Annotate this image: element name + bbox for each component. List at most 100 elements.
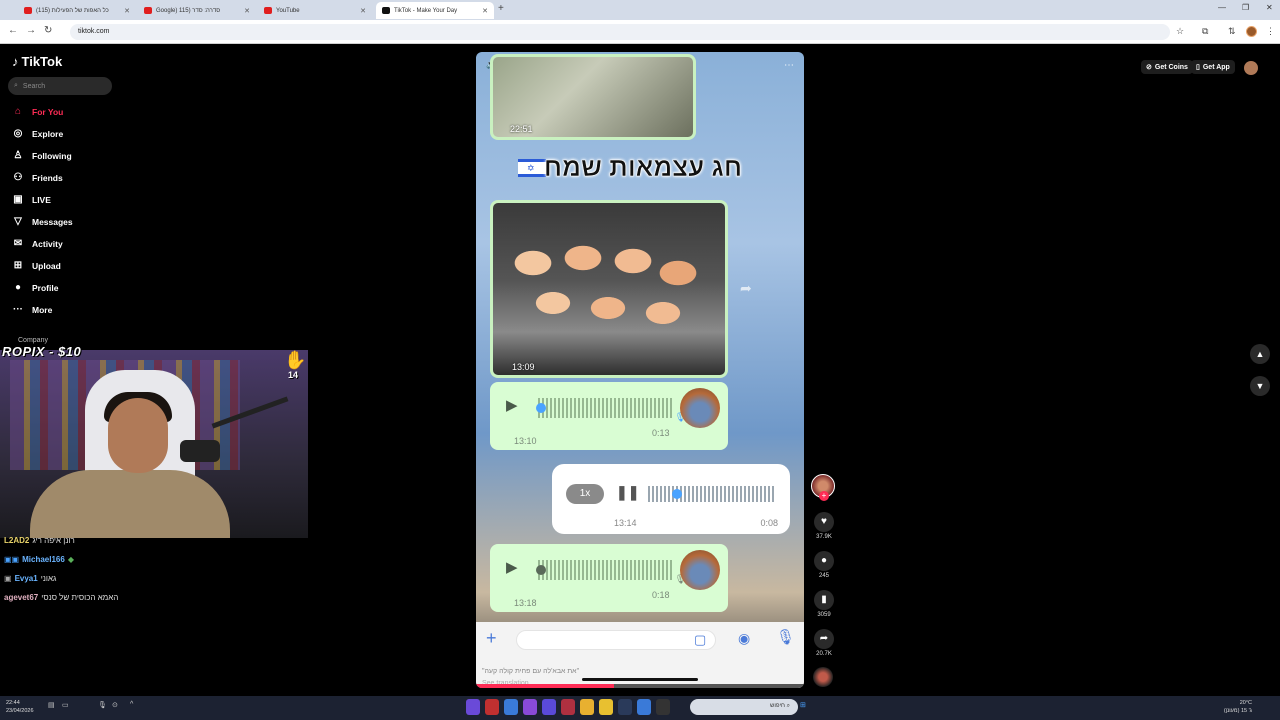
back-icon[interactable]: ←: [8, 25, 18, 36]
browser-tab-1[interactable]: כל האפות של הפעילות (115) ✕: [18, 2, 136, 19]
video-player[interactable]: 🔈 ⋯ 22:51 ✡ חג עצמאות שמח 13:09 ➦ ▶ 🎙 13…: [476, 52, 804, 688]
sidebar-item-friends[interactable]: ⚇ Friends: [12, 172, 63, 183]
downloads-icon[interactable]: ⇅: [1228, 26, 1236, 37]
browser-chrome: כל האפות של הפעילות (115) ✕ Google) 115)…: [0, 0, 1280, 44]
company-link[interactable]: Company: [18, 337, 48, 344]
browser-menu-icon[interactable]: ⋮: [1266, 26, 1275, 37]
play-icon[interactable]: ▶: [506, 558, 518, 576]
home-icon: ⌂: [14, 106, 22, 117]
pause-icon[interactable]: ❚❚: [616, 484, 639, 501]
shrimp-photo: [493, 203, 725, 375]
windows-start-icon[interactable]: ⊞: [800, 701, 806, 709]
image-message: 22:51: [490, 54, 696, 140]
playhead: [536, 403, 546, 413]
sender-avatar: [680, 550, 720, 590]
sidebar-item-following[interactable]: ♙ Following: [12, 150, 72, 161]
close-tab-icon[interactable]: ✕: [482, 7, 488, 15]
music-disc-icon[interactable]: [813, 667, 833, 687]
chevron-up-icon: ▲: [1255, 349, 1265, 359]
steam-icon[interactable]: [618, 699, 632, 715]
previous-video-button[interactable]: ▲: [1250, 344, 1270, 364]
speed-button[interactable]: 1x: [566, 484, 604, 504]
camera-icon: ◉: [738, 630, 751, 646]
browser-tab-3[interactable]: YouTube ✕: [258, 2, 372, 19]
taskbar-search[interactable]: חיפוש ⌕: [690, 699, 798, 715]
comment-button[interactable]: ● 245: [813, 551, 835, 579]
chat-badge-icon: ▣▣: [4, 555, 20, 564]
play-icon[interactable]: ▶: [506, 396, 518, 414]
video-progress-bar[interactable]: [476, 684, 804, 688]
video-heading: חג עצמאות שמח: [543, 152, 743, 183]
close-tab-icon[interactable]: ✕: [360, 7, 366, 15]
url-input[interactable]: tiktok.com: [70, 24, 1170, 40]
close-window-icon[interactable]: ✕: [1266, 3, 1273, 12]
user-avatar[interactable]: [1244, 61, 1258, 75]
notification-icon[interactable]: ▤: [48, 701, 55, 709]
search-input[interactable]: ⌕ Search: [8, 77, 112, 95]
extensions-icon[interactable]: ⧉: [1202, 26, 1208, 37]
sidebar-item-more[interactable]: ··· More: [12, 304, 52, 315]
streamer-face: [108, 398, 168, 473]
address-bar: ← → ↻ tiktok.com ☆ ⧉ ⇅ ⋮: [0, 20, 1280, 44]
chrome-icon[interactable]: [580, 699, 594, 715]
chat-message: agevet67 האמא הכוסית של סנסי: [4, 593, 119, 602]
app-icon[interactable]: [637, 699, 651, 715]
display-icon[interactable]: ▭: [62, 701, 69, 709]
next-video-button[interactable]: ▼: [1250, 376, 1270, 396]
windows-taskbar: 22:44 23/04/2026 ▤ ▭ 🎙 ⊙ ^ חיפוש ⌕ ⊞ 20°…: [0, 696, 1280, 720]
playhead: [536, 565, 546, 575]
progress-fill: [476, 684, 614, 688]
video-caption: "את אבא'לה עם פחית קולה קעה": [482, 668, 580, 675]
voice-message: ▶ 🎙 13:10 0:13: [490, 382, 728, 450]
share-button[interactable]: ➦ 20.7K: [813, 629, 835, 657]
minimize-icon[interactable]: —: [1218, 3, 1226, 12]
app-icon[interactable]: [523, 699, 537, 715]
app-icon[interactable]: [485, 699, 499, 715]
close-tab-icon[interactable]: ✕: [244, 7, 250, 15]
browser-tab-tiktok[interactable]: TikTok - Make Your Day ✕: [376, 2, 494, 19]
tiktok-logo[interactable]: ♪ TikTok: [12, 54, 62, 69]
youtube-favicon-icon: [144, 7, 152, 14]
like-button[interactable]: ♥ 37.9K: [813, 512, 835, 540]
reload-icon[interactable]: ↻: [44, 25, 52, 36]
sidebar-item-for-you[interactable]: ⌂ For You: [12, 106, 63, 117]
new-tab-icon[interactable]: +: [498, 3, 504, 14]
network-icon[interactable]: ⊙: [112, 701, 118, 709]
sidebar-item-activity[interactable]: ✉ Activity: [12, 238, 63, 249]
sidebar-item-profile[interactable]: ● Profile: [12, 282, 58, 293]
get-app-button[interactable]: ▯ Get App: [1191, 60, 1235, 74]
save-button[interactable]: ▮ 3059: [813, 590, 835, 618]
get-coins-button[interactable]: ⊘ Get Coins: [1141, 60, 1193, 74]
tiktok-note-icon: ♪: [12, 54, 19, 69]
app-icon[interactable]: [542, 699, 556, 715]
more-options-icon[interactable]: ⋯: [784, 60, 794, 71]
sidebar-item-explore[interactable]: ◎ Explore: [12, 128, 64, 139]
app-icon[interactable]: [656, 699, 670, 715]
weather-widget[interactable]: 20°C (מעונן) ג' 15: [1224, 699, 1252, 715]
messages-icon: ▽: [14, 216, 22, 227]
restore-icon[interactable]: ❐: [1242, 3, 1249, 12]
playhead: [672, 489, 682, 499]
home-indicator: [582, 678, 698, 681]
sidebar-item-live[interactable]: ▣ LIVE: [12, 194, 51, 205]
live-icon: ▣: [13, 194, 23, 205]
file-explorer-icon[interactable]: [599, 699, 613, 715]
browser-tab-2[interactable]: Google) 115) סדרה: סדר ✕: [138, 2, 256, 19]
follow-plus-icon[interactable]: +: [819, 491, 829, 501]
mic-tray-icon[interactable]: 🎙: [98, 701, 107, 709]
chevron-up-icon[interactable]: ^: [130, 701, 133, 708]
sender-avatar: [680, 388, 720, 428]
hand-icon: ✋: [284, 350, 307, 370]
search-icon: ⌕: [14, 82, 18, 89]
close-tab-icon[interactable]: ✕: [124, 7, 130, 15]
streamer-body: [30, 470, 230, 538]
app-icon[interactable]: [466, 699, 480, 715]
app-icon[interactable]: [561, 699, 575, 715]
app-icon[interactable]: [504, 699, 518, 715]
forward-icon[interactable]: →: [26, 25, 36, 36]
sidebar-item-messages[interactable]: ▽ Messages: [12, 216, 73, 227]
sidebar-item-upload[interactable]: ⊞ Upload: [12, 260, 61, 271]
browser-profile-avatar[interactable]: [1246, 26, 1257, 37]
streamer-webcam: [0, 350, 308, 538]
bookmark-star-icon[interactable]: ☆: [1176, 26, 1184, 37]
